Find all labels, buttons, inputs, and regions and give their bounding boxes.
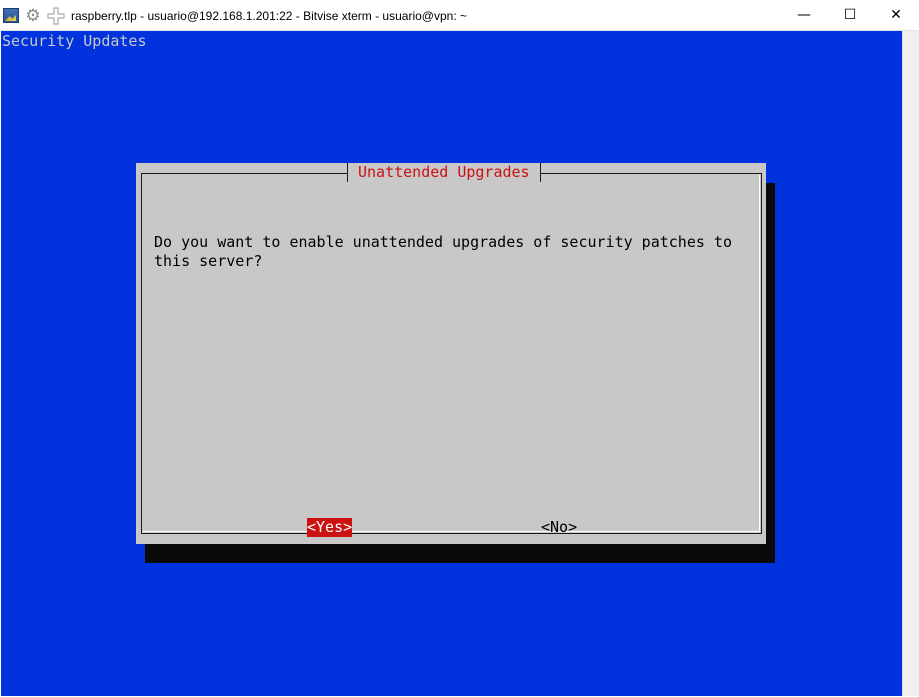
gear-icon[interactable]: ⚙ [24, 7, 42, 25]
backtitle: Security Updates [2, 32, 147, 50]
window-title-bar[interactable]: ⚙ raspberry.tlp - usuario@192.168.1.201:… [0, 0, 919, 31]
maximize-button[interactable]: ☐ [827, 0, 873, 31]
bitvise-app-icon[interactable] [3, 8, 19, 23]
no-button[interactable]: <No> [541, 518, 577, 537]
minimize-button[interactable]: — [781, 0, 827, 31]
move-icon[interactable] [47, 7, 65, 25]
window-title: raspberry.tlp - usuario@192.168.1.201:22… [71, 9, 467, 23]
dialog-title: Unattended Upgrades [347, 163, 541, 182]
terminal-screen[interactable]: Security Updates Unattended Upgrades Do … [1, 31, 902, 696]
dialog-frame-highlight [143, 175, 760, 532]
close-button[interactable]: ✕ [873, 0, 919, 31]
unattended-upgrades-dialog: Unattended Upgrades Do you want to enabl… [136, 163, 766, 544]
dialog-frame [141, 173, 762, 534]
vertical-scrollbar[interactable] [902, 31, 919, 696]
dialog-message: Do you want to enable unattended upgrade… [154, 233, 732, 270]
yes-button[interactable]: <Yes> [307, 518, 353, 537]
